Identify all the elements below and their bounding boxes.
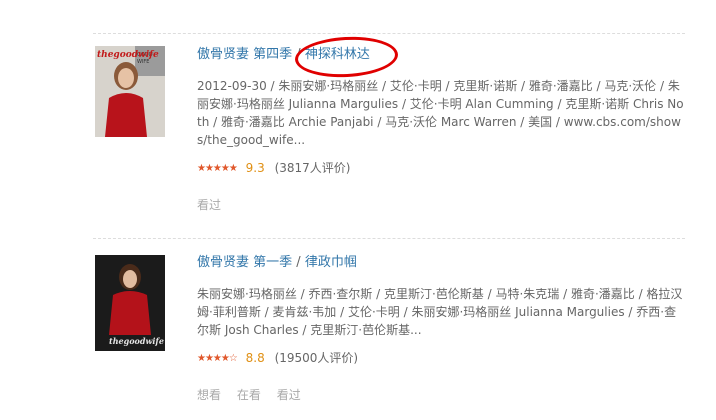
poster-image[interactable]: thegoodwife	[95, 255, 165, 351]
poster-art: thegoodwife	[95, 255, 165, 351]
divider-middle	[93, 238, 685, 239]
poster-logo-text: thegoodwife	[109, 336, 164, 346]
action-want-to-watch[interactable]: 想看	[197, 388, 221, 402]
star-rating-icon: ★★★★☆	[197, 353, 238, 364]
result-title-link[interactable]: 傲骨贤妻 第四季	[197, 47, 292, 62]
rating-score: 9.3	[245, 161, 265, 175]
rating-row: ★★★★☆ 8.8 (19500人评价)	[197, 350, 687, 368]
divider-top	[93, 33, 685, 34]
poster-art: GOOD WIFE thegoodwife	[95, 46, 165, 137]
rating-score: 8.8	[245, 351, 265, 365]
rating-row: ★★★★★ 9.3 (3817人评价)	[197, 160, 687, 178]
star-rating-icon: ★★★★★	[197, 163, 238, 174]
rating-count[interactable]: (3817人评价)	[275, 161, 351, 175]
result-title-link[interactable]: 傲骨贤妻 第一季	[197, 255, 292, 270]
action-links: 看过	[197, 196, 687, 213]
poster-logo-text: thegoodwife	[97, 50, 159, 60]
action-watching[interactable]: 在看	[237, 388, 261, 402]
action-watched[interactable]: 看过	[277, 388, 301, 402]
action-links: 想看 在看 看过	[197, 386, 687, 403]
poster-image[interactable]: GOOD WIFE thegoodwife	[95, 46, 165, 137]
result-alias: 律政巾帼	[304, 255, 357, 270]
rating-count[interactable]: (19500人评价)	[275, 351, 359, 365]
result-title-line: 傲骨贤妻 第四季 / 神探科林达	[197, 46, 687, 64]
result-meta: 朱丽安娜·玛格丽丝 / 乔西·查尔斯 / 克里斯汀·芭伦斯基 / 马特·朱克瑞 …	[197, 287, 683, 337]
title-separator: /	[296, 255, 301, 270]
result-title-line: 傲骨贤妻 第一季 / 律政巾帼	[197, 254, 687, 272]
result-meta: 2012-09-30 / 朱丽安娜·玛格丽丝 / 艾伦·卡明 / 克里斯·诺斯 …	[197, 79, 684, 147]
action-watched[interactable]: 看过	[197, 198, 221, 212]
